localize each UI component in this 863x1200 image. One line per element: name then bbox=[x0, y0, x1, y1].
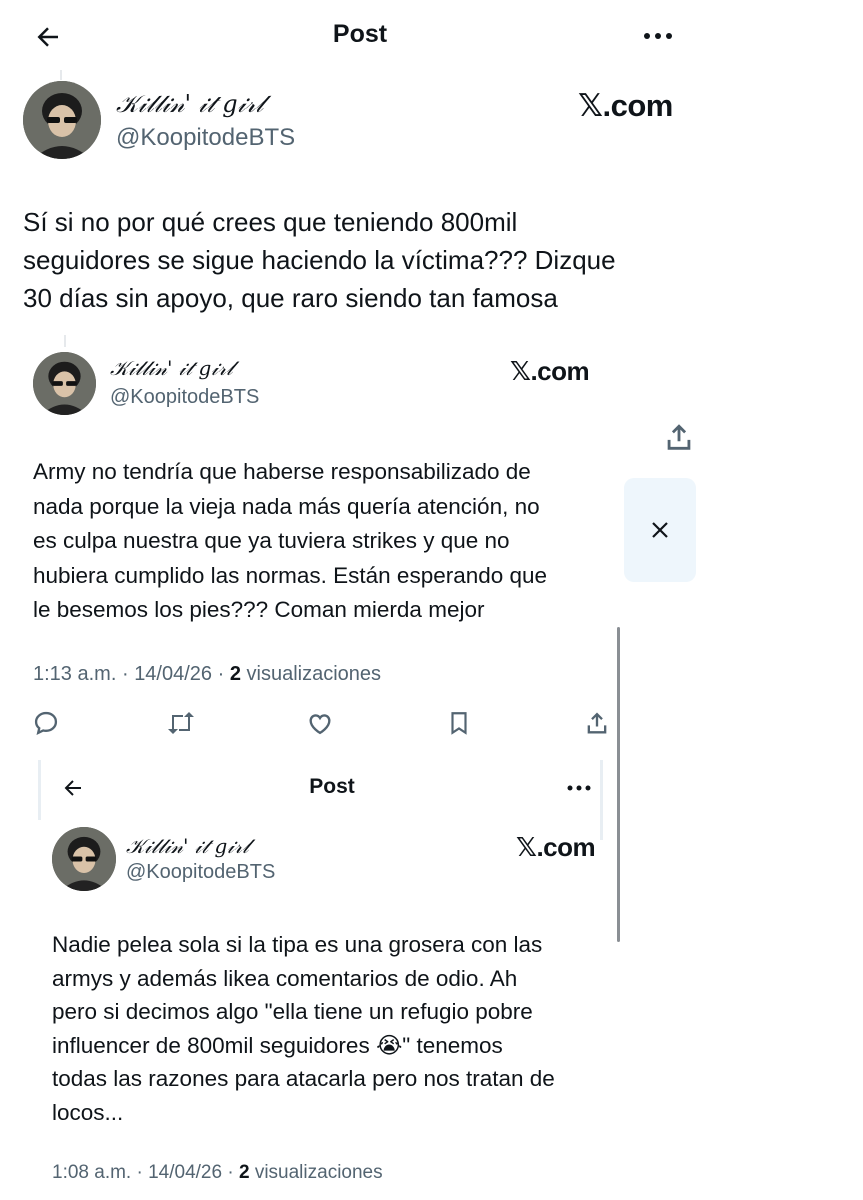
post-text: Sí si no por qué crees que teniendo 800m… bbox=[23, 207, 616, 313]
back-arrow-icon bbox=[64, 780, 81, 796]
more-button[interactable] bbox=[564, 778, 594, 798]
reply-button[interactable] bbox=[32, 709, 60, 737]
post-meta: 1:08 a.m. · 14/04/26 · 2 visualizaciones bbox=[52, 1162, 383, 1184]
close-overlay[interactable] bbox=[624, 478, 696, 582]
post-date: 14/04/26 bbox=[134, 663, 213, 685]
share-button[interactable] bbox=[662, 420, 696, 454]
back-button[interactable] bbox=[60, 776, 86, 800]
username[interactable]: @KoopitodeBTS bbox=[126, 861, 275, 884]
nested-frame-edge bbox=[38, 760, 41, 820]
share-button[interactable] bbox=[583, 708, 611, 738]
page-title: Post bbox=[332, 20, 388, 48]
display-name[interactable]: 𝒦𝒾𝓁𝓁𝒾𝓃' 𝒾𝓉 𝑔𝒾𝓇𝓁 bbox=[116, 90, 263, 118]
post-text: Nadie pelea sola si la tipa es una grose… bbox=[52, 932, 555, 1125]
scrollbar[interactable] bbox=[617, 627, 620, 942]
repost-icon bbox=[168, 712, 194, 734]
more-icon bbox=[567, 785, 591, 791]
nested-frame-edge bbox=[600, 760, 603, 840]
post-time: 1:08 a.m. bbox=[52, 1162, 132, 1183]
more-icon bbox=[644, 33, 672, 39]
views-label: visualizaciones bbox=[246, 663, 382, 685]
repost-button[interactable] bbox=[165, 709, 197, 737]
display-name[interactable]: 𝒦𝒾𝓁𝓁𝒾𝓃' 𝒾𝓉 𝑔𝒾𝓇𝓁 bbox=[126, 834, 249, 858]
views-count: 2 bbox=[229, 663, 241, 685]
like-icon bbox=[309, 714, 331, 735]
page-title: Post bbox=[309, 775, 355, 798]
username[interactable]: @KoopitodeBTS bbox=[116, 124, 295, 152]
avatar[interactable] bbox=[23, 81, 101, 159]
meta-separator: · bbox=[227, 1162, 234, 1183]
source-label: 𝕏.com bbox=[578, 88, 673, 123]
like-button[interactable] bbox=[305, 709, 335, 737]
meta-separator: · bbox=[121, 663, 129, 685]
bookmark-icon bbox=[451, 712, 467, 735]
share-icon bbox=[587, 712, 607, 734]
avatar[interactable] bbox=[52, 827, 116, 891]
back-button[interactable] bbox=[33, 22, 63, 52]
views-count: 2 bbox=[238, 1162, 250, 1183]
avatar[interactable] bbox=[33, 352, 96, 415]
meta-separator: · bbox=[136, 1162, 143, 1183]
source-label: 𝕏.com bbox=[516, 832, 596, 862]
source-label: 𝕏.com bbox=[510, 356, 590, 386]
reply-icon bbox=[34, 711, 58, 736]
thread-line bbox=[64, 335, 66, 347]
post-time: 1:13 a.m. bbox=[33, 663, 117, 685]
back-arrow-icon bbox=[37, 27, 58, 47]
post-text: Army no tendría que haberse responsabili… bbox=[33, 459, 548, 622]
post-meta: 1:13 a.m. · 14/04/26 · 2 visualizaciones bbox=[33, 663, 381, 686]
post-date: 14/04/26 bbox=[148, 1162, 223, 1183]
bookmark-button[interactable] bbox=[446, 709, 472, 737]
thread-line bbox=[60, 70, 62, 80]
views-label: visualizaciones bbox=[254, 1162, 383, 1183]
display-name[interactable]: 𝒦𝒾𝓁𝓁𝒾𝓃' 𝒾𝓉 𝑔𝒾𝓇𝓁 bbox=[110, 356, 233, 380]
username[interactable]: @KoopitodeBTS bbox=[110, 386, 259, 409]
more-button[interactable] bbox=[640, 22, 676, 50]
close-icon bbox=[652, 522, 668, 538]
meta-separator: · bbox=[217, 663, 225, 685]
share-icon bbox=[667, 424, 691, 450]
